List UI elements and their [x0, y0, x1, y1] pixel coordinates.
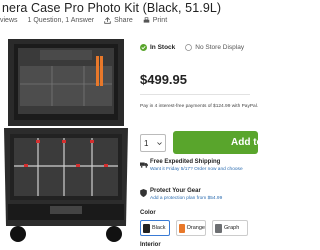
check-circle-icon [140, 44, 147, 51]
print-icon [143, 17, 150, 23]
installments-text: Pay in 4 interest-free payments of $124.… [140, 104, 259, 109]
color-chip [215, 223, 222, 233]
share-button[interactable]: Share [104, 17, 133, 24]
store-icon [185, 44, 193, 51]
color-name: Orange [186, 225, 205, 231]
protect-title: Protect Your Gear [150, 188, 201, 194]
add-to-cart-button[interactable]: Add to [173, 131, 263, 154]
reviews-label: views [0, 17, 18, 24]
shield-icon [140, 189, 147, 197]
shipping-info: Free Expedited Shipping Want it Friday 5… [150, 159, 243, 172]
quantity-value: 1 [144, 138, 149, 148]
print-label: Print [152, 17, 168, 24]
in-stock-label: In Stock [150, 44, 176, 51]
color-chip [143, 223, 150, 233]
in-stock-status: In Stock [140, 44, 175, 51]
protection-plan: Protect Your Gear Add a protection plan … [150, 188, 222, 201]
qa-link[interactable]: 1 Question, 1 Answer [28, 17, 95, 24]
quantity-select[interactable]: 1 [140, 134, 166, 152]
qa-label: 1 Question, 1 Answer [27, 17, 95, 24]
shipping-eta-link[interactable]: Want it Friday 5/17? Order now and choos… [150, 167, 243, 172]
stock-row: In Stock No Store Display [140, 44, 244, 51]
truck-icon [140, 162, 148, 168]
reviews-link[interactable]: views [0, 17, 18, 24]
share-label: Share [114, 17, 133, 24]
color-name: Black [152, 225, 166, 231]
share-icon [104, 17, 111, 24]
product-meta-row: views 1 Question, 1 Answer Share Print [0, 17, 167, 24]
chevron-down-icon [157, 141, 162, 145]
color-swatch-black[interactable]: Black [140, 220, 170, 236]
print-button[interactable]: Print [143, 17, 167, 24]
store-label: No Store Display [195, 44, 245, 51]
interior-label: Interior [140, 242, 161, 248]
color-chip [179, 223, 185, 233]
color-swatch-orange[interactable]: Orange [176, 220, 206, 236]
price-divider [140, 94, 250, 95]
protect-plan-link[interactable]: Add a protection plan from $54.99 [150, 196, 222, 201]
product-price: $499.95 [140, 72, 187, 87]
store-availability: No Store Display [185, 44, 244, 51]
color-label: Color [140, 210, 156, 216]
color-name: Graph [224, 225, 240, 231]
color-swatch-graphite[interactable]: Graph [212, 220, 248, 236]
product-title: nera Case Pro Photo Kit (Black, 51.9L) [2, 1, 222, 15]
product-image[interactable] [0, 36, 132, 246]
shipping-title: Free Expedited Shipping [150, 159, 221, 165]
